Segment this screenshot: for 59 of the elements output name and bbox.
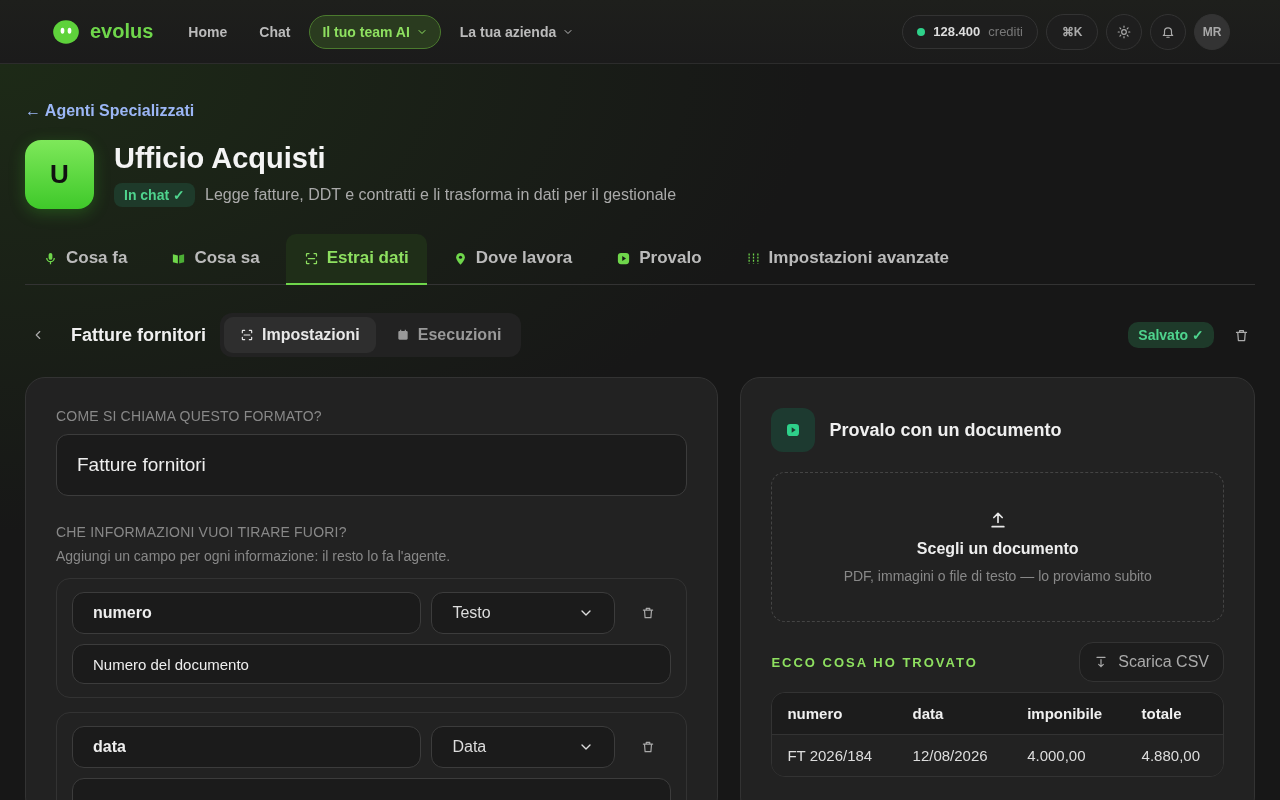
logo-text: evolus: [90, 20, 154, 43]
trash-icon: [1234, 327, 1249, 343]
tab[interactable]: Cosa fa: [25, 234, 146, 285]
upload-hint: PDF, immagini o file di testo — lo proviamo subito: [843, 568, 1152, 584]
shortcut-button[interactable]: ⌘K: [1046, 13, 1098, 50]
nav-link[interactable]: La tua azienda: [446, 14, 588, 49]
status-badge: In chat ✓: [114, 183, 195, 207]
name-field[interactable]: Fatture fornitori: [56, 434, 688, 496]
column-header: data: [897, 693, 1013, 735]
logo-icon: [50, 17, 82, 46]
tab[interactable]: Impostazioni avanzate: [727, 234, 967, 285]
column-header: imponibile: [1012, 693, 1127, 735]
avatar-button[interactable]: MR: [1194, 13, 1230, 50]
play-icon: [616, 250, 632, 266]
results-label: ECCO COSA HO TROVATO: [771, 654, 978, 670]
section-label: COME SI CHIAMA QUESTO FORMATO?: [56, 408, 323, 424]
agent-title: Ufficio Acquisti: [114, 142, 327, 175]
tab[interactable]: Estrai dati: [285, 234, 427, 285]
trash-icon: [641, 606, 656, 620]
card-title: Provalo con un documento: [829, 419, 1062, 441]
saved-badge: Salvato ✓: [1128, 322, 1214, 348]
upload-dropzone[interactable]: Scegli un documento PDF, immagini o file di testo — lo proviamo subito: [771, 472, 1224, 622]
view-tab[interactable]: Impostazioni: [224, 317, 376, 353]
description-field[interactable]: Numero del documento: [72, 644, 672, 684]
status-dot-icon: [917, 27, 926, 36]
nav-link[interactable]: Home: [175, 14, 241, 49]
tab[interactable]: Dove lavora: [434, 234, 591, 285]
download-csv-button[interactable]: Scarica CSV: [1079, 642, 1224, 682]
notifications-button[interactable]: [1150, 13, 1186, 50]
credits-amount: 128.400: [933, 24, 981, 39]
agent-avatar: U: [25, 140, 94, 209]
calendar-icon: [395, 328, 410, 342]
scan-icon: [303, 250, 319, 266]
theme-button[interactable]: [1106, 13, 1142, 50]
scan-icon: [240, 328, 254, 342]
format-title: Fatture fornitori: [71, 324, 206, 346]
helper-text: Aggiungi un campo per ogni informazione: il resto lo fa l'agente.: [56, 548, 452, 564]
type-dropdown[interactable]: Data: [431, 726, 616, 768]
bell-icon: [1161, 24, 1175, 39]
microphone-icon: [43, 250, 58, 266]
tab[interactable]: Provalo: [598, 234, 720, 285]
field-name-input[interactable]: data: [72, 726, 422, 768]
agent-description: Legge fatture, DDT e contratti e li trasforma in dati per il gestionale: [205, 186, 677, 204]
credits-unit: crediti: [988, 24, 1023, 39]
sun-icon: [1117, 24, 1131, 39]
view-tab[interactable]: Esecuzioni: [379, 317, 518, 353]
field-name-input[interactable]: numero: [72, 592, 422, 634]
trash-icon: [641, 740, 656, 754]
section-label: CHE INFORMAZIONI VUOI TIRARE FUORI?: [56, 524, 348, 540]
tab[interactable]: Cosa sa: [153, 234, 278, 285]
nav-link[interactable]: Il tuo team AI: [309, 14, 441, 49]
column-header: numero: [772, 693, 898, 735]
download-icon: [1094, 655, 1109, 669]
back-link[interactable]: ← Agenti Specializzati: [25, 102, 195, 119]
column-header: totale: [1126, 693, 1223, 735]
upload-title: Scegli un documento: [916, 540, 1079, 558]
type-dropdown[interactable]: Testo: [431, 592, 616, 634]
nav-link[interactable]: Chat: [246, 14, 304, 49]
play-badge-icon: [771, 408, 816, 452]
